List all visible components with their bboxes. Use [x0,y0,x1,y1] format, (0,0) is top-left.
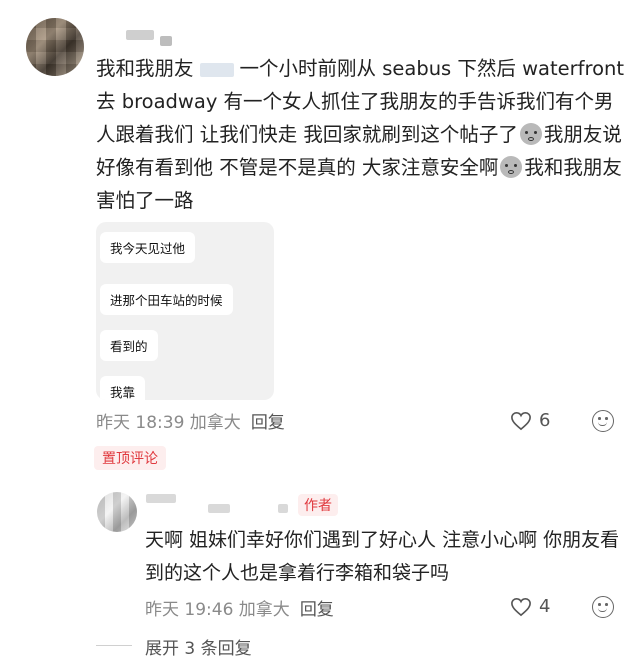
reply-author-name-redacted-3 [278,504,288,513]
pinned-badge: 置顶评论 [94,446,166,470]
commenter-name-redacted-2 [160,36,172,46]
comment-time: 昨天 18:39 加拿大 [96,413,241,433]
chat-bubble: 看到的 [100,330,158,361]
commenter-avatar[interactable] [26,18,84,76]
reply-meta: 昨天 19:46 加拿大 回复 [145,595,334,620]
divider [96,645,132,646]
sad-emoji-icon [519,123,542,145]
comment-text-part1: 我和我朋友 [96,57,194,80]
reply-author-name-redacted-2 [208,504,230,513]
like-count: 4 [539,596,551,617]
commenter-name-redacted[interactable] [126,30,154,40]
author-badge: 作者 [298,494,338,516]
heart-icon[interactable] [510,411,532,431]
chat-bubble: 我靠 [100,376,146,400]
comment-body: 我和我朋友 一个小时前刚从 seabus 下然后 waterfront 去 bro… [96,52,626,217]
emoji-face-icon[interactable] [592,410,614,432]
reply-button[interactable]: 回复 [251,413,285,433]
reply-button[interactable]: 回复 [300,600,334,620]
emoji-face-icon[interactable] [592,596,614,618]
comment-meta: 昨天 18:39 加拿大 回复 [96,408,285,433]
reply-author-name-redacted[interactable] [146,494,176,503]
chat-bubble: 我今天见过他 [100,232,196,263]
reply-author-avatar[interactable] [97,492,137,532]
chat-screenshot-image[interactable]: 我今天见过他 进那个田车站的时候 看到的 我靠 [96,222,274,400]
like-count: 6 [539,410,551,431]
expand-replies-button[interactable]: 展开 3 条回复 [145,634,252,659]
redacted-mention [199,62,234,77]
sad-emoji-icon [500,156,523,178]
chat-bubble: 进那个田车站的时候 [100,284,233,315]
heart-icon[interactable] [510,597,532,617]
reply-body: 天啊 姐妹们幸好你们遇到了好心人 注意小心啊 你朋友看到的这个人也是拿着行李箱和… [145,529,620,584]
reply-time: 昨天 19:46 加拿大 [145,600,290,620]
